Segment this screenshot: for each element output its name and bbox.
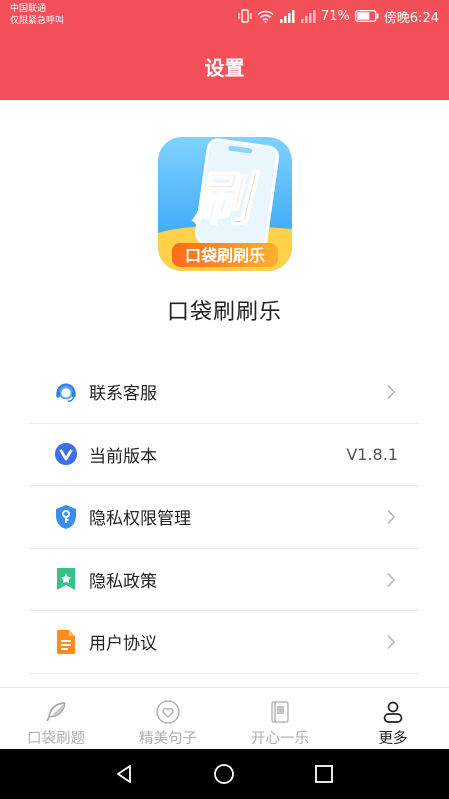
privacy-policy-label: 隐私政策 <box>89 571 157 592</box>
current-version-label: 当前版本 <box>89 446 157 467</box>
privacy-permission-label: 隐私权限管理 <box>89 509 191 530</box>
settings-screen: 中国联通 仅限紧急呼叫 71% 傍晚6:24 设置 刷 口袋刷刷乐 口袋刷刷乐 … <box>0 0 449 799</box>
bottom-tab-bar: 口袋刷题 精美句子 开心一乐 更多 <box>0 687 449 749</box>
bookmark-star-icon <box>54 567 78 591</box>
system-nav-bar <box>0 749 449 799</box>
signal-no-sim-icon <box>300 9 316 23</box>
chevron-right-icon <box>387 509 396 525</box>
app-logo: 刷 口袋刷刷乐 <box>158 137 292 271</box>
home-icon[interactable] <box>213 763 235 785</box>
vibrate-icon <box>238 9 252 23</box>
version-v-icon <box>54 442 78 466</box>
contact-support-item[interactable]: 联系客服 <box>30 361 418 424</box>
privacy-permission-item[interactable]: 隐私权限管理 <box>30 486 418 549</box>
user-agreement-item[interactable]: 用户协议 <box>30 611 418 674</box>
tab-beautiful-sentences-label: 精美句子 <box>139 731 197 747</box>
book-icon <box>271 701 289 723</box>
app-logo-image: 刷 口袋刷刷乐 <box>158 137 292 271</box>
current-version-item[interactable]: 当前版本 V1.8.1 <box>30 424 418 486</box>
page-title: 设置 <box>204 56 245 80</box>
tab-pocket-quiz-label: 口袋刷题 <box>27 731 85 747</box>
version-number: V1.8.1 <box>346 444 398 464</box>
contact-support-label: 联系客服 <box>89 384 157 405</box>
tab-beautiful-sentences[interactable]: 精美句子 <box>112 688 224 750</box>
status-icons: 71% 傍晚6:24 <box>238 7 439 26</box>
clock: 傍晚6:24 <box>383 10 439 26</box>
user-icon <box>383 701 403 723</box>
recents-icon[interactable] <box>313 763 335 785</box>
chevron-right-icon <box>387 384 396 400</box>
app-logo-glyph: 刷 <box>193 165 260 233</box>
settings-list: 联系客服 当前版本 V1.8.1 隐私权限管理 隐私政策 用户协议 <box>30 361 418 674</box>
document-icon <box>54 629 78 654</box>
emergency-only: 仅限紧急呼叫 <box>10 16 65 26</box>
heart-icon <box>156 700 180 724</box>
tab-happy-fun-label: 开心一乐 <box>251 731 309 747</box>
carrier-name: 中国联通 <box>10 4 47 14</box>
wifi-icon <box>257 10 274 23</box>
chevron-right-icon <box>387 634 396 650</box>
tab-happy-fun[interactable]: 开心一乐 <box>224 688 336 750</box>
carrier-info: 中国联通 仅限紧急呼叫 <box>10 3 64 27</box>
chevron-right-icon <box>387 572 396 587</box>
shield-key-icon <box>54 504 78 529</box>
app-name: 口袋刷刷乐 <box>166 300 282 325</box>
tab-more[interactable]: 更多 <box>337 688 449 750</box>
signal-icon <box>279 9 295 23</box>
header-bar: 中国联通 仅限紧急呼叫 71% 傍晚6:24 设置 <box>0 0 449 100</box>
battery-percent: 71% <box>320 8 350 24</box>
status-bar: 中国联通 仅限紧急呼叫 71% 傍晚6:24 <box>0 0 449 32</box>
back-icon[interactable] <box>113 763 135 785</box>
app-logo-banner: 口袋刷刷乐 <box>185 246 265 265</box>
tab-pocket-quiz[interactable]: 口袋刷题 <box>0 688 112 750</box>
tab-more-label: 更多 <box>378 731 408 747</box>
feather-icon <box>46 702 66 722</box>
battery-icon <box>354 10 379 22</box>
headset-icon <box>54 380 78 404</box>
user-agreement-label: 用户协议 <box>89 634 157 655</box>
privacy-policy-item[interactable]: 隐私政策 <box>30 549 418 611</box>
